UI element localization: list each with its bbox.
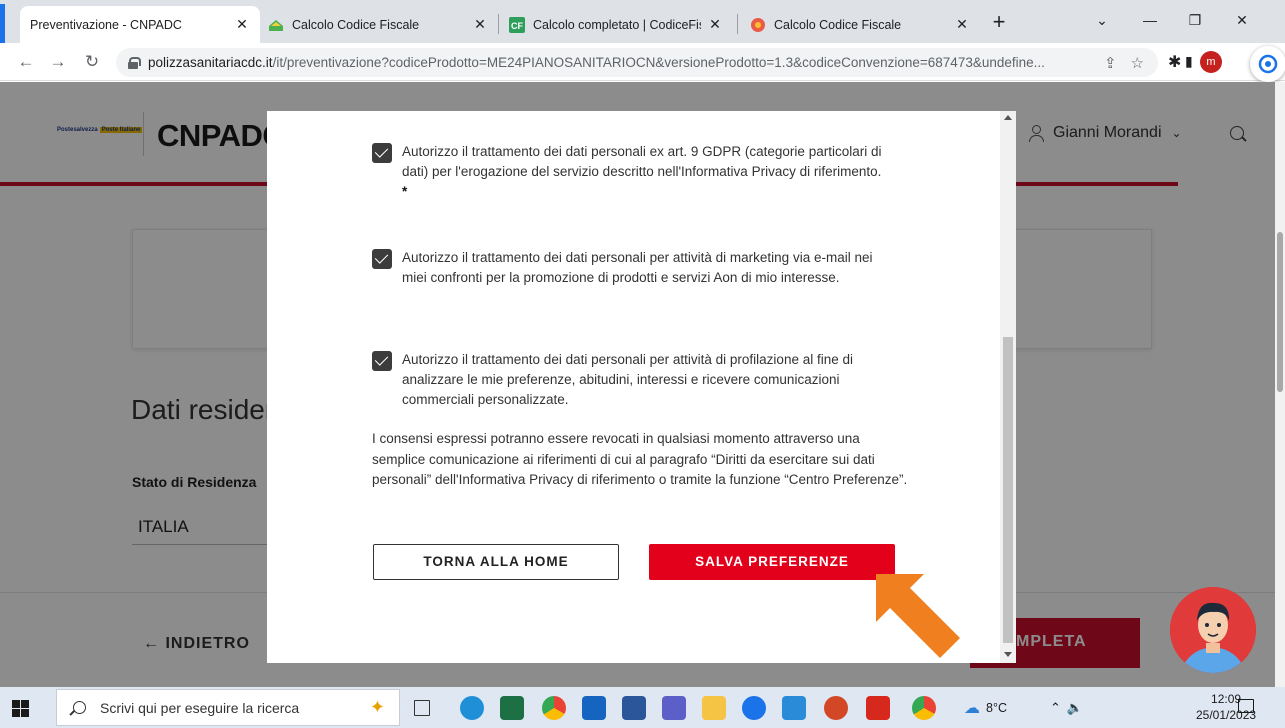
windows-taskbar: Scrivi qui per eseguire la ricerca ✦ ☁ 8… <box>0 687 1285 728</box>
consent-item-gdpr: Autorizzo il trattamento dei dati person… <box>372 142 887 202</box>
weather-widget[interactable]: ☁ 8°C <box>964 687 1007 728</box>
consent-item-profiling: Autorizzo il trattamento dei dati person… <box>372 350 887 410</box>
teams-icon[interactable] <box>662 696 686 720</box>
reload-icon[interactable]: ↻ <box>80 51 104 73</box>
consent-item-marketing: Autorizzo il trattamento dei dati person… <box>372 248 887 288</box>
app-icon[interactable] <box>742 696 766 720</box>
assistant-bubble-icon[interactable] <box>1250 46 1285 82</box>
acrobat-icon[interactable] <box>866 696 890 720</box>
consent-revocation-note: I consensi espressi potranno essere revo… <box>372 431 908 487</box>
profile-avatar[interactable]: m <box>1200 51 1222 73</box>
person-avatar-icon <box>1170 587 1256 673</box>
new-tab-button[interactable]: + <box>986 10 1012 34</box>
address-bar: ← → ↻ polizzasanitariacdc.it/it/preventi… <box>0 43 1285 81</box>
tab-calcolo-codice-fiscale-2[interactable]: Calcolo Codice Fiscale ✕ <box>740 6 980 43</box>
word-icon[interactable] <box>622 696 646 720</box>
window-edge <box>0 4 14 47</box>
consent-text-profiling: Autorizzo il trattamento dei dati person… <box>402 352 853 407</box>
bookmark-star-icon[interactable]: ☆ <box>1131 54 1144 72</box>
tray-icons[interactable]: ⌃ 🔈 <box>1050 687 1089 728</box>
scroll-down-arrow-icon[interactable] <box>1004 652 1012 657</box>
pointer-arrow-icon <box>876 574 960 658</box>
tab-title: Preventivazione - CNPADC <box>30 17 182 32</box>
back-arrow-icon[interactable]: ← <box>14 51 38 73</box>
search-highlight-icon: ✦ <box>369 697 385 717</box>
page-scrollbar[interactable] <box>1275 82 1285 687</box>
tab-search-chevron-icon[interactable]: ⌄ <box>1082 8 1122 32</box>
back-to-home-button[interactable]: TORNA ALLA HOME <box>373 544 619 580</box>
scroll-up-arrow-icon[interactable] <box>1004 115 1012 120</box>
chrome-profile-icon[interactable] <box>912 696 936 720</box>
close-tab-icon[interactable]: ✕ <box>234 16 250 33</box>
consent-checkbox-gdpr[interactable] <box>372 143 392 163</box>
consent-checkbox-marketing[interactable] <box>372 249 392 269</box>
consent-text-marketing: Autorizzo il trattamento dei dati person… <box>402 250 873 285</box>
file-explorer-icon[interactable] <box>702 696 726 720</box>
task-view-icon[interactable] <box>414 700 430 716</box>
extensions-puzzle-icon[interactable]: ✱ <box>1168 52 1181 72</box>
consent-text-gdpr: Autorizzo il trattamento dei dati person… <box>402 144 882 199</box>
page: Postesalvezza Poste Italiane CNPADC Giann… <box>0 82 1275 687</box>
taskbar-search-placeholder: Scrivi qui per eseguire la ricerca <box>100 699 300 716</box>
svg-text:CF: CF <box>511 21 523 31</box>
volume-icon[interactable]: 🔈 <box>1067 700 1089 716</box>
taskbar-search-input[interactable]: Scrivi qui per eseguire la ricerca ✦ <box>56 689 400 726</box>
chrome-icon[interactable] <box>542 696 566 720</box>
tab-title: Calcolo Codice Fiscale <box>774 17 902 32</box>
chevron-up-icon[interactable]: ⌃ <box>1050 700 1067 716</box>
close-tab-icon[interactable]: ✕ <box>707 16 723 33</box>
chat-assistant-avatar[interactable] <box>1170 587 1256 673</box>
tab-favicon-icon <box>751 17 765 32</box>
tab-calcolo-completato[interactable]: CF Calcolo completato | CodiceFiscale ✕ <box>499 6 733 43</box>
tab-preventivazione[interactable]: Preventivazione - CNPADC ✕ <box>20 6 260 43</box>
weather-temp: 8°C <box>986 700 1007 715</box>
lock-icon[interactable] <box>128 56 141 69</box>
tab-favicon-icon: CF <box>509 16 525 33</box>
page-scroll-thumb[interactable] <box>1277 232 1283 392</box>
minimize-icon[interactable]: — <box>1130 8 1170 32</box>
close-tab-icon[interactable]: ✕ <box>472 16 488 33</box>
close-tab-icon[interactable]: ✕ <box>954 16 970 33</box>
modal-scroll-thumb[interactable] <box>1003 337 1013 643</box>
edge-browser-icon[interactable] <box>460 696 484 720</box>
tab-title: Calcolo completato | CodiceFiscale <box>533 17 701 32</box>
excel-icon[interactable] <box>500 696 524 720</box>
restore-icon[interactable]: ❐ <box>1175 8 1215 32</box>
consent-checkbox-profiling[interactable] <box>372 351 392 371</box>
search-icon <box>73 701 86 714</box>
powerpoint-icon[interactable] <box>824 696 848 720</box>
forward-arrow-icon[interactable]: → <box>46 51 70 73</box>
tab-favicon-icon <box>269 19 283 31</box>
share-icon[interactable]: ⇪ <box>1104 54 1117 72</box>
tab-separator <box>737 14 738 34</box>
close-window-icon[interactable]: ✕ <box>1222 8 1262 32</box>
save-preferences-button[interactable]: SALVA PREFERENZE <box>649 544 895 580</box>
windows-start-icon[interactable] <box>12 700 29 717</box>
modal-scrollbar[interactable] <box>1000 111 1016 663</box>
outlook-icon[interactable] <box>582 696 606 720</box>
notification-icon[interactable] <box>1238 699 1254 713</box>
app-icon[interactable] <box>782 696 806 720</box>
cloud-icon: ☁ <box>964 699 980 717</box>
side-panel-icon[interactable]: ▮ <box>1185 53 1193 70</box>
url-text: polizzasanitariacdc.it/it/preventivazion… <box>148 55 1045 70</box>
tab-calcolo-codice-fiscale[interactable]: Calcolo Codice Fiscale ✕ <box>258 6 498 43</box>
url-field[interactable]: polizzasanitariacdc.it/it/preventivazion… <box>116 48 1158 77</box>
tab-title: Calcolo Codice Fiscale <box>292 17 420 32</box>
browser-tab-bar: Preventivazione - CNPADC ✕ Calcolo Codic… <box>0 0 1285 47</box>
